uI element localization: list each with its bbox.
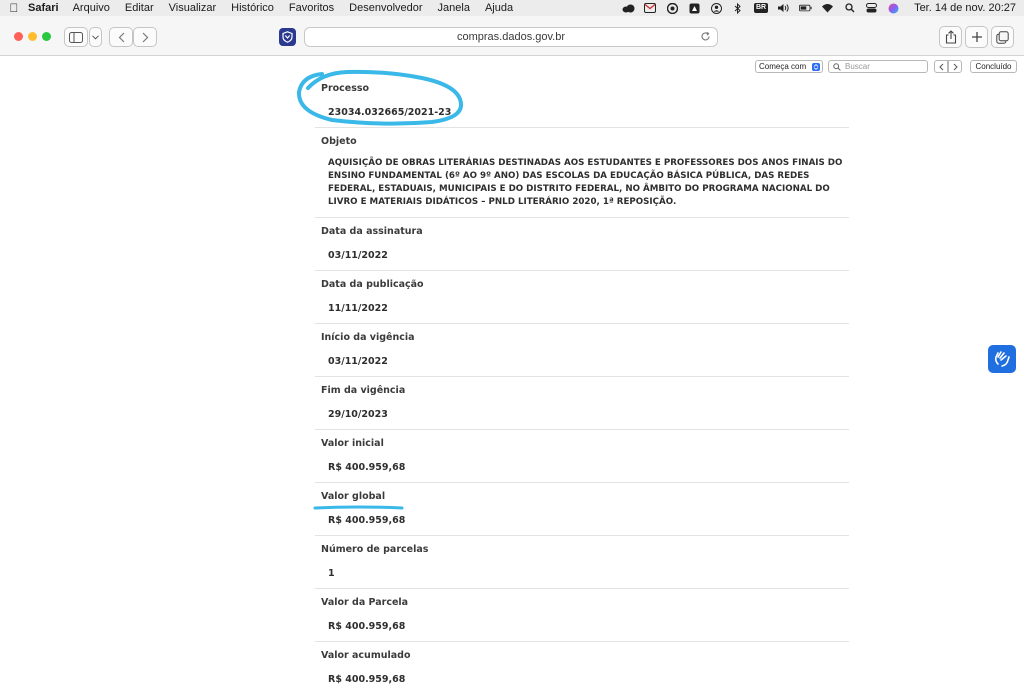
select-arrows-icon xyxy=(812,63,820,71)
menu-app-safari[interactable]: Safari xyxy=(28,2,59,14)
menu-clock[interactable]: Ter. 14 de nov. 20:27 xyxy=(914,2,1016,14)
field-value: 03/11/2022 xyxy=(328,250,388,261)
field-value: AQUISIÇÃO DE OBRAS LITERÁRIAS DESTINADAS… xyxy=(328,158,843,207)
field-valor-inicial: Valor inicial R$ 400.959,68 xyxy=(315,430,849,483)
sidebar-icon xyxy=(69,31,83,43)
field-value: 23034.032665/2021-23 xyxy=(328,107,452,118)
field-data-publicacao: Data da publicação 11/11/2022 xyxy=(315,271,849,324)
field-valor-parcela: Valor da Parcela R$ 400.959,68 xyxy=(315,589,849,642)
sign-language-icon xyxy=(994,351,1010,367)
field-value: 1 xyxy=(328,568,335,579)
field-numero-parcelas: Número de parcelas 1 xyxy=(315,536,849,589)
field-value: 03/11/2022 xyxy=(328,356,388,367)
privacy-shield-icon[interactable] xyxy=(279,28,296,46)
tab-overview-icon xyxy=(996,30,1009,44)
field-label: Fim da vigência xyxy=(321,385,406,396)
menu-favoritos[interactable]: Favoritos xyxy=(289,2,334,14)
find-previous-button[interactable] xyxy=(934,60,948,73)
field-label: Objeto xyxy=(321,136,357,147)
share-button[interactable] xyxy=(939,26,962,48)
apple-icon[interactable]:  xyxy=(0,1,28,15)
menu-editar[interactable]: Editar xyxy=(125,2,154,14)
accessibility-widget-button[interactable] xyxy=(988,345,1016,373)
find-mode-value: Começa com xyxy=(759,62,807,71)
menu-historico[interactable]: Histórico xyxy=(231,2,274,14)
tab-overview-button[interactable] xyxy=(991,26,1014,48)
field-value: 11/11/2022 xyxy=(328,303,388,314)
status-area: BR Ter. 14 de nov. 20:27 xyxy=(613,0,1016,16)
field-fim-vigencia: Fim da vigência 29/10/2023 xyxy=(315,377,849,430)
menu-ajuda[interactable]: Ajuda xyxy=(485,2,513,14)
volume-icon[interactable] xyxy=(777,3,790,13)
field-label: Valor global xyxy=(321,491,386,502)
share-icon xyxy=(945,30,956,44)
find-bar: Começa com Buscar Concluído xyxy=(0,57,1024,75)
browser-toolbar: compras.dados.gov.br xyxy=(0,16,1024,56)
gmail-icon[interactable] xyxy=(644,3,657,13)
find-search-input[interactable]: Buscar xyxy=(828,60,928,73)
field-label: Início da vigência xyxy=(321,332,415,343)
minimize-window-button[interactable] xyxy=(28,32,37,41)
field-value: R$ 400.959,68 xyxy=(328,515,406,526)
user-account-icon[interactable] xyxy=(710,2,723,14)
creative-cloud-icon[interactable] xyxy=(622,3,635,13)
field-label: Valor acumulado xyxy=(321,650,411,661)
close-window-button[interactable] xyxy=(14,32,23,41)
menu-desenvolvedor[interactable]: Desenvolvedor xyxy=(349,2,422,14)
forward-button[interactable] xyxy=(133,27,157,47)
search-icon xyxy=(833,63,841,73)
field-label: Número de parcelas xyxy=(321,544,429,555)
menu-arquivo[interactable]: Arquivo xyxy=(73,2,110,14)
menu-bar:  Safari Arquivo Editar Visualizar Histó… xyxy=(0,0,1024,16)
chevron-down-icon xyxy=(92,34,99,40)
find-done-button[interactable]: Concluído xyxy=(970,60,1017,73)
chrome-icon[interactable] xyxy=(666,2,679,14)
control-center-icon[interactable] xyxy=(865,3,878,13)
field-data-assinatura: Data da assinatura 03/11/2022 xyxy=(315,218,849,271)
address-bar-url: compras.dados.gov.br xyxy=(456,31,566,43)
field-label: Processo xyxy=(321,83,370,94)
field-objeto: Objeto AQUISIÇÃO DE OBRAS LITERÁRIAS DES… xyxy=(315,128,849,218)
field-valor-global: Valor global R$ 400.959,68 xyxy=(315,483,849,536)
field-value: R$ 400.959,68 xyxy=(328,674,406,685)
new-tab-button[interactable] xyxy=(965,26,988,48)
siri-icon[interactable] xyxy=(887,3,900,13)
drive-icon[interactable] xyxy=(688,3,701,13)
find-mode-select[interactable]: Começa com xyxy=(755,60,823,73)
chevron-right-icon xyxy=(142,32,148,42)
back-button[interactable] xyxy=(109,27,133,47)
field-valor-acumulado: Valor acumulado R$ 400.959,68 xyxy=(315,642,849,694)
find-next-button[interactable] xyxy=(948,60,962,73)
menu-janela[interactable]: Janela xyxy=(438,2,470,14)
field-inicio-vigencia: Início da vigência 03/11/2022 xyxy=(315,324,849,377)
chevron-right-icon xyxy=(953,63,958,70)
field-label: Data da assinatura xyxy=(321,226,423,237)
field-processo: Processo 23034.032665/2021-23 xyxy=(315,75,849,128)
field-label: Valor inicial xyxy=(321,438,384,449)
find-search-placeholder: Buscar xyxy=(845,62,870,71)
spotlight-search-icon[interactable] xyxy=(843,3,856,13)
bluetooth-icon[interactable] xyxy=(732,2,745,14)
menu-visualizar[interactable]: Visualizar xyxy=(169,2,217,14)
zoom-window-button[interactable] xyxy=(42,32,51,41)
field-label: Data da publicação xyxy=(321,279,424,290)
chevron-left-icon xyxy=(938,63,943,70)
plus-icon xyxy=(971,32,982,42)
keyboard-layout-badge[interactable]: BR xyxy=(753,3,769,13)
address-bar[interactable]: compras.dados.gov.br xyxy=(304,27,718,47)
field-value: 29/10/2023 xyxy=(328,409,388,420)
reload-icon[interactable] xyxy=(700,31,711,45)
contract-details: Processo 23034.032665/2021-23 Objeto AQU… xyxy=(315,75,849,694)
wifi-icon[interactable] xyxy=(821,3,834,13)
field-value: R$ 400.959,68 xyxy=(328,462,406,473)
chevron-left-icon xyxy=(118,32,124,42)
field-label: Valor da Parcela xyxy=(321,597,409,608)
field-value: R$ 400.959,68 xyxy=(328,621,406,632)
tab-group-dropdown-button[interactable] xyxy=(89,27,102,47)
battery-icon[interactable] xyxy=(799,3,812,13)
sidebar-toggle-button[interactable] xyxy=(64,27,88,47)
